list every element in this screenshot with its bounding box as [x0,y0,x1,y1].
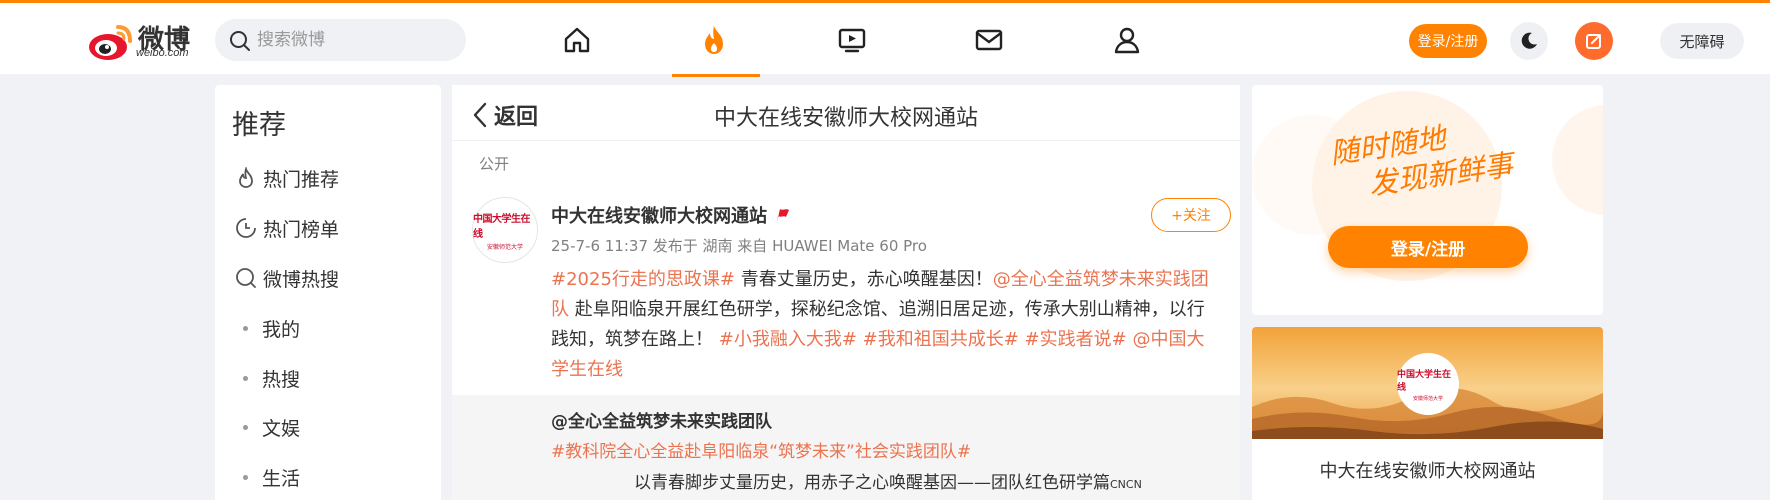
nav-hot[interactable] [697,23,731,57]
left-sidebar: 推荐 热门推荐 热门榜单 微博热搜 我的 热搜 文娱 生活 [215,85,441,500]
hashtag-link[interactable]: #小我融入大我# [719,329,857,350]
logo-subtext: weibo.com [136,47,189,59]
decor-glow [1552,105,1603,215]
post-text-segment: 青春丈量历史，赤心唤醒基因！ [734,269,993,290]
avatar[interactable]: 中国大学生在线 安徽师范大学 [472,197,538,263]
post-author-name: 中大在线安徽师大校网通站 [551,206,767,227]
sidebar-item-hot-search[interactable]: 微博热搜 [233,263,339,293]
page-title: 中大在线安徽师大校网通站 [713,106,978,131]
search-circle-icon [233,265,259,291]
quoted-hashtag[interactable]: #教科院全心全益赴阜阳临泉“筑梦未来”社会实践团队# [551,437,971,462]
edit-icon [1586,34,1601,49]
fire-outline-icon [233,165,259,191]
search-input[interactable] [257,19,452,61]
chevron-left-icon [473,102,487,128]
sidebar-item-label: 热门推荐 [263,168,340,191]
post-meta: 25-7-6 11:37 发布于 湖南 来自 HUAWEI Mate 60 Pr… [551,237,927,255]
sidebar-title: 推荐 [232,110,286,141]
accessibility-button[interactable]: 无障碍 [1660,23,1744,59]
sidebar-item-label: 文娱 [262,417,301,440]
bullet-dot-icon [243,325,248,331]
avatar-text: 中国大学生在线 [473,213,531,240]
sidebar-item-mine[interactable]: 我的 [233,313,300,343]
nav-profile[interactable] [1110,23,1144,57]
dark-mode-toggle[interactable] [1510,22,1548,60]
compose-button[interactable] [1575,22,1613,60]
clock-chart-icon [233,215,259,241]
back-label: 返回 [494,105,539,130]
quoted-post[interactable]: @全心全益筑梦未来实践团队 #教科院全心全益赴阜阳临泉“筑梦未来”社会实践团队#… [452,395,1240,500]
weibo-logo[interactable]: 微博 weibo.com [88,17,198,63]
sidebar-item-hot-recommend[interactable]: 热门推荐 [233,163,339,193]
quoted-text-suffix: CNCN [1110,478,1142,491]
main-feed: 中大在线安徽师大校网通站 返回 公开 中国大学生在线 安徽师范大学 中大在线安徽… [452,85,1240,500]
login-promo-card: 随时随地 发现新鲜事 登录/注册 [1252,85,1603,315]
account-logo-subtext: 安徽师范大学 [1412,395,1443,402]
video-icon [838,28,866,53]
search-icon [230,31,250,51]
sidebar-item-label: 生活 [262,467,301,490]
mail-icon [975,29,1003,51]
account-title[interactable]: 中大在线安徽师大校网通站 [1252,457,1603,483]
sidebar-item-label: 我的 [262,318,301,341]
sidebar-item-trending[interactable]: 热搜 [233,363,300,393]
nav-home[interactable] [560,23,594,57]
nav-active-indicator [672,74,760,77]
flag-badge-icon [777,209,789,222]
account-card[interactable]: 中国大学生在线 安徽师范大学 中大在线安徽师大校网通站 [1252,327,1603,500]
follow-button[interactable]: +关注 [1151,198,1231,232]
search-box[interactable] [215,19,466,61]
bullet-dot-icon [243,375,248,381]
bullet-dot-icon [243,474,248,480]
login-register-button[interactable]: 登录/注册 [1409,24,1487,58]
page-header: 中大在线安徽师大校网通站 返回 [452,85,1240,141]
promo-login-button[interactable]: 登录/注册 [1328,226,1528,268]
home-icon [564,27,590,53]
top-bar: 微博 weibo.com 搜索微博 登录/注册 无障碍 [0,0,1770,77]
bullet-dot-icon [243,424,248,430]
moon-icon [1521,32,1537,49]
quoted-author[interactable]: @全心全益筑梦未来实践团队 [551,407,772,432]
avatar-subtext: 安徽师范大学 [486,243,523,251]
hashtag-link[interactable]: #实践者说# [1025,329,1127,350]
hashtag-link[interactable]: #我和祖国共成长# [863,329,1019,350]
sidebar-item-hot-list[interactable]: 热门榜单 [233,213,339,243]
quoted-text-main: 以青春脚步丈量历史，用赤子之心唤醒基因——团队红色研学篇 [634,473,1110,493]
hashtag-link[interactable]: #2025行走的思政课# [551,269,735,290]
nav-messages[interactable] [972,23,1006,57]
profile-icon [1114,27,1140,54]
sidebar-item-label: 热门榜单 [263,218,340,241]
sidebar-item-label: 热搜 [262,368,301,391]
hot-icon [705,26,723,54]
quoted-text: 以青春脚步丈量历史，用赤子之心唤醒基因——团队红色研学篇CNCN [634,468,1142,493]
account-logo-text: 中国大学生在线 [1397,369,1452,393]
post-text: #2025行走的思政课# 青春丈量历史，赤心唤醒基因！@全心全益筑梦未来实践团队… [551,265,1221,385]
nav-video[interactable] [835,23,869,57]
weibo-eye-icon [89,25,132,60]
account-logo: 中国大学生在线 安徽师范大学 [1397,353,1459,415]
sidebar-item-label: 微博热搜 [263,268,340,291]
post-author[interactable]: 中大在线安徽师大校网通站 [551,202,791,228]
back-button[interactable]: 返回 [472,99,538,131]
sidebar-item-life[interactable]: 生活 [233,462,300,492]
visibility-label: 公开 [479,155,510,173]
sidebar-item-entertainment[interactable]: 文娱 [233,412,300,442]
